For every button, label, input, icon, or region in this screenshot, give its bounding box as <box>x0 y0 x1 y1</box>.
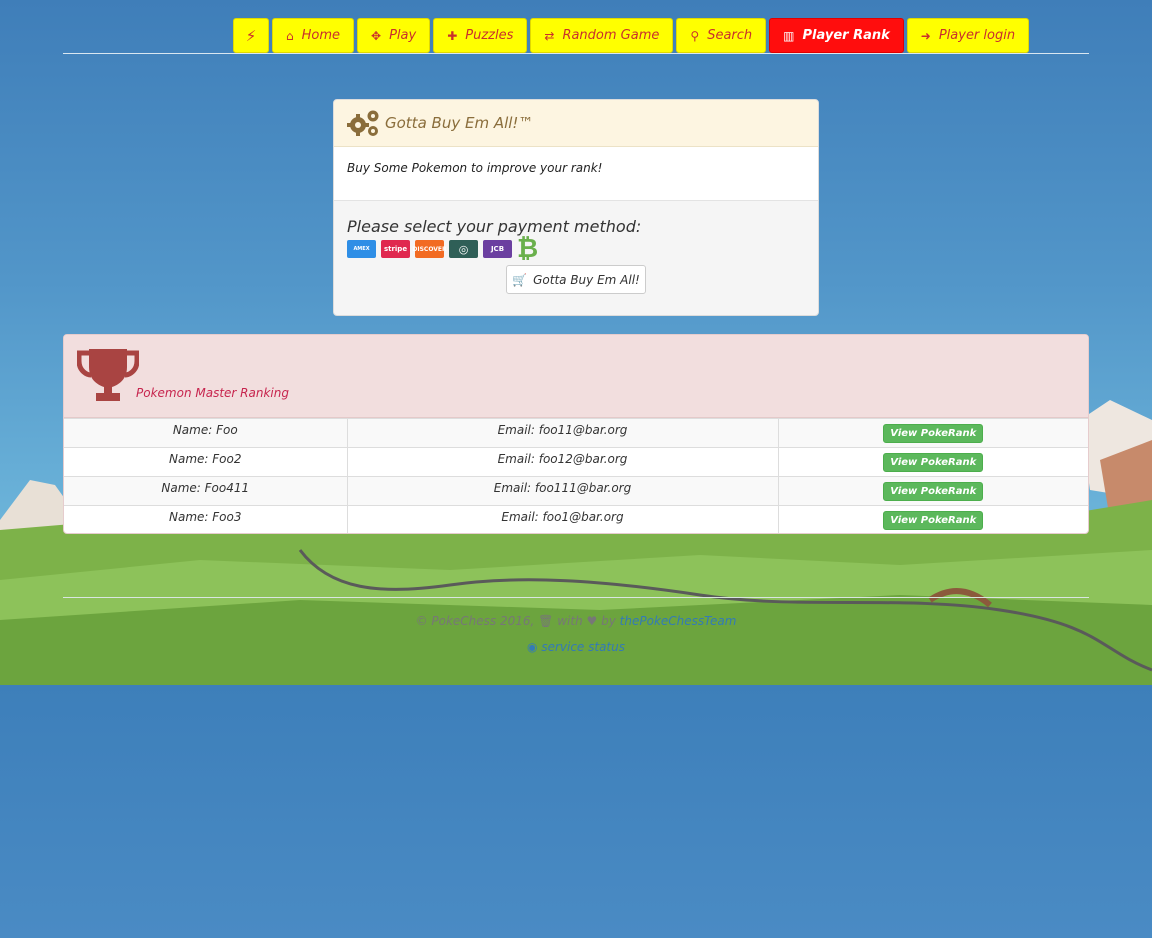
player-name: Name: Foo2 <box>64 447 347 477</box>
table-row: Name: Foo2 Email: foo12@bar.org View PokeR… <box>64 447 1088 477</box>
player-email: Email: foo111@bar.org <box>346 476 778 506</box>
player-email: Email: foo12@bar.org <box>346 447 778 477</box>
discover-icon[interactable]: DISCOVER <box>412 240 447 258</box>
gears-icon <box>347 110 379 136</box>
trophy-icon <box>77 349 139 401</box>
footer-divider <box>63 597 1089 598</box>
nav-player-rank[interactable]: ▥ Player Rank <box>769 18 904 53</box>
diners-club-icon[interactable]: ◎ <box>449 240 478 258</box>
gamepad-icon: ✥ <box>371 28 382 43</box>
player-email: Email: foo11@bar.org <box>346 418 778 448</box>
shop-header: Gotta Buy Em All!™ <box>334 100 818 147</box>
action-cell: View PokeRank <box>777 418 1088 448</box>
shop-title: Gotta Buy Em All!™ <box>385 114 534 132</box>
table-row: Name: Foo3 Email: foo1@bar.org View PokeRa… <box>64 505 1088 533</box>
buy-button[interactable]: 🛒 Gotta Buy Em All! <box>506 265 646 294</box>
nav-player-login[interactable]: ➜ Player login <box>906 18 1030 53</box>
action-cell: View PokeRank <box>777 447 1088 477</box>
search-icon: ⚲ <box>690 28 700 43</box>
action-cell: View PokeRank <box>777 476 1088 506</box>
top-nav: ⚡ ⌂ Home ✥ Play ✚ Puzzles ⇄ Random Game ⚲ Sea… <box>233 18 1030 53</box>
player-name: Name: Foo3 <box>64 505 347 533</box>
bar-chart-icon: ▥ <box>783 28 795 43</box>
amex-icon[interactable]: AMEX <box>347 240 376 258</box>
ranking-header: Pokemon Master Ranking <box>64 335 1088 418</box>
team-link[interactable]: thePokeChessTeam <box>620 614 737 628</box>
nav-divider <box>63 53 1089 54</box>
player-name: Name: Foo <box>64 418 347 448</box>
payment-title: Please select your payment method: <box>347 217 642 236</box>
nav-home[interactable]: ⌂ Home <box>272 18 355 53</box>
action-cell: View PokeRank <box>777 505 1088 533</box>
shop-panel: Gotta Buy Em All!™ Buy Some Pokemon to i… <box>333 99 819 316</box>
pikachu-icon: ⚡ <box>245 26 257 45</box>
heart-icon: ♥ <box>586 614 598 628</box>
nav-play[interactable]: ✥ Play <box>357 18 431 53</box>
table-row: Name: Foo Email: foo11@bar.org View PokeRa… <box>64 418 1088 448</box>
view-pokerank-button[interactable]: View PokeRank <box>883 424 984 443</box>
sign-in-icon: ➜ <box>920 28 931 43</box>
jcb-icon[interactable]: JCB <box>483 240 512 258</box>
dashboard-icon: ◉ <box>527 640 538 654</box>
view-pokerank-button[interactable]: View PokeRank <box>883 482 984 501</box>
view-pokerank-button[interactable]: View PokeRank <box>883 511 984 530</box>
logo-button[interactable]: ⚡ <box>233 18 269 53</box>
payment-section: Please select your payment method: AMEX … <box>334 201 818 294</box>
ranking-title: Pokemon Master Ranking <box>136 386 289 400</box>
random-icon: ⇄ <box>544 28 555 43</box>
player-email: Email: foo1@bar.org <box>346 505 778 533</box>
nav-puzzles[interactable]: ✚ Puzzles <box>433 18 528 53</box>
nav-search[interactable]: ⚲ Search <box>676 18 767 53</box>
view-pokerank-button[interactable]: View PokeRank <box>883 453 984 472</box>
ranking-table: Name: Foo Email: foo11@bar.org View PokeRa… <box>64 418 1088 533</box>
nav-random-game[interactable]: ⇄ Random Game <box>530 18 674 53</box>
trash-icon: 🗑 <box>538 614 554 628</box>
shop-body-text: Buy Some Pokemon to improve your rank! <box>334 147 818 201</box>
footer-credits: © PokeChess 2016, 🗑 with ♥ by thePokeChe… <box>415 614 737 628</box>
puzzle-icon: ✚ <box>447 28 458 43</box>
stripe-icon[interactable]: stripe <box>381 240 410 258</box>
player-name: Name: Foo411 <box>64 476 347 506</box>
table-row: Name: Foo411 Email: foo111@bar.org View Po… <box>64 476 1088 506</box>
payment-methods: AMEX stripe DISCOVER ◎ JCB ₿ <box>347 236 805 262</box>
service-status-link[interactable]: ◉ service status <box>0 640 1152 654</box>
cart-icon: 🛒 <box>512 272 528 287</box>
bitcoin-icon[interactable]: ₿ <box>517 236 538 262</box>
ranking-panel: Pokemon Master Ranking Name: Foo Email: f… <box>63 334 1089 534</box>
home-icon: ⌂ <box>286 28 294 43</box>
